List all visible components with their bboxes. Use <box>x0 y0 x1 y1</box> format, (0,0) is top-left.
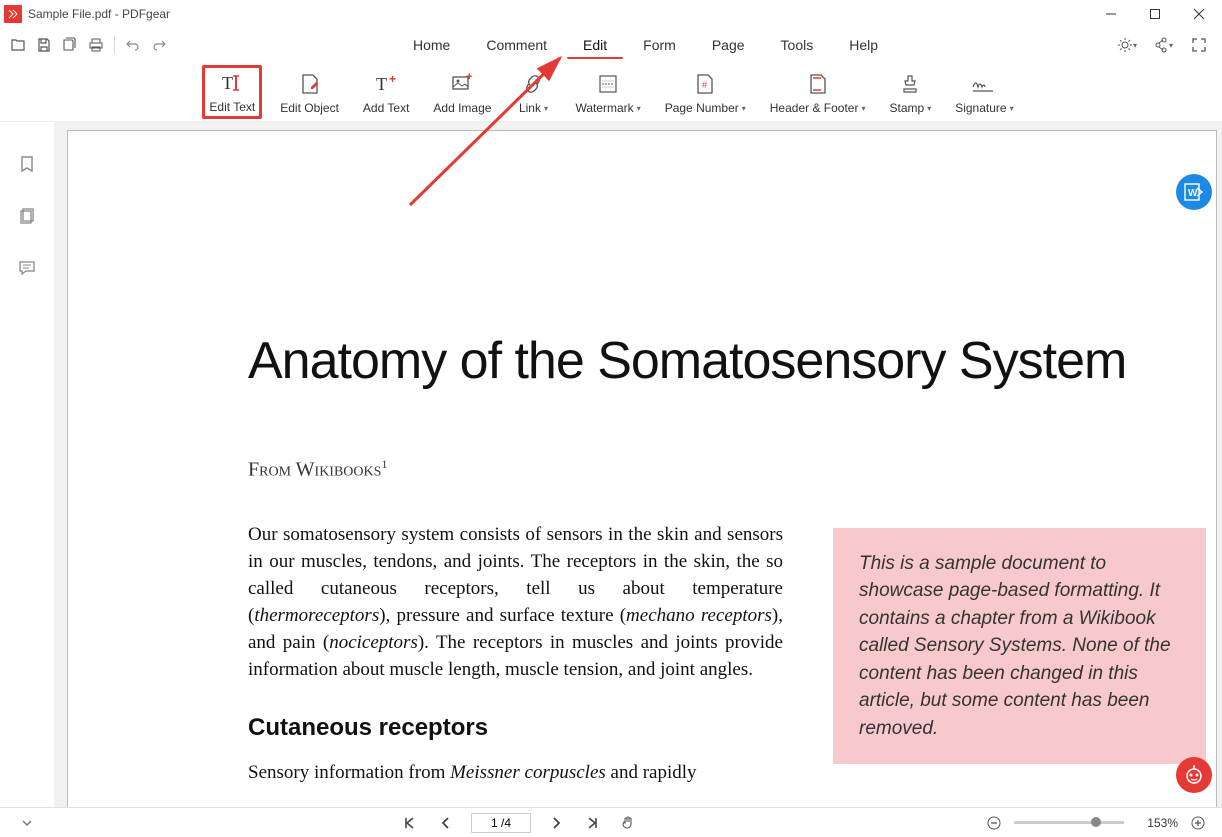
prev-page-button[interactable] <box>435 812 457 834</box>
link-button[interactable]: Link▾ <box>509 67 557 119</box>
left-sidebar <box>0 122 54 807</box>
signature-label: Signature <box>955 101 1006 115</box>
close-button[interactable] <box>1188 3 1210 25</box>
add-image-icon: + <box>451 71 473 97</box>
svg-text:+: + <box>389 73 396 86</box>
zoom-out-button[interactable] <box>984 813 1004 833</box>
zoom-level-label: 153% <box>1134 816 1178 830</box>
thumbnails-panel-button[interactable] <box>13 202 41 230</box>
add-image-label: Add Image <box>433 101 491 115</box>
undo-button[interactable] <box>121 33 145 57</box>
menu-item-comment[interactable]: Comment <box>470 31 563 59</box>
brightness-button[interactable]: ▾ <box>1114 32 1140 58</box>
last-page-button[interactable] <box>581 812 603 834</box>
link-icon <box>522 71 544 97</box>
svg-text:T: T <box>376 74 387 94</box>
menu-item-home[interactable]: Home <box>397 31 466 59</box>
edit-text-icon: T <box>220 70 244 96</box>
edit-ribbon: T Edit Text Edit Object T+ Add Text + Ad… <box>0 62 1222 122</box>
page-number-button[interactable]: # Page Number▾ <box>659 67 752 119</box>
bookmarks-panel-button[interactable] <box>13 150 41 178</box>
status-bar: 153% <box>0 807 1222 837</box>
window-title: Sample File.pdf - PDFgear <box>28 7 1100 21</box>
add-text-icon: T+ <box>374 71 398 97</box>
menu-item-page[interactable]: Page <box>696 31 761 59</box>
pdf-page: Anatomy of the Somatosensory System From… <box>67 130 1217 807</box>
add-text-label: Add Text <box>363 101 409 115</box>
document-canvas[interactable]: Anatomy of the Somatosensory System From… <box>54 122 1222 807</box>
comments-panel-button[interactable] <box>13 254 41 282</box>
document-sidebar-callout: This is a sample document to showcase pa… <box>833 528 1206 765</box>
maximize-button[interactable] <box>1144 3 1166 25</box>
first-page-button[interactable] <box>399 812 421 834</box>
ai-assistant-button[interactable] <box>1176 757 1212 793</box>
edit-object-label: Edit Object <box>280 101 339 115</box>
stamp-icon <box>899 71 921 97</box>
menu-item-edit[interactable]: Edit <box>567 31 623 59</box>
stamp-button[interactable]: Stamp▾ <box>884 67 938 119</box>
watermark-button[interactable]: Watermark▾ <box>569 67 646 119</box>
add-text-button[interactable]: T+ Add Text <box>357 67 415 119</box>
menu-row: HomeCommentEditFormPageToolsHelp ▾ ▾ <box>0 28 1222 62</box>
signature-button[interactable]: Signature▾ <box>949 67 1019 119</box>
open-file-button[interactable] <box>6 33 30 57</box>
print-button[interactable] <box>84 33 108 57</box>
save-all-button[interactable] <box>58 33 82 57</box>
next-page-button[interactable] <box>545 812 567 834</box>
header-footer-label: Header & Footer <box>770 101 859 115</box>
add-image-button[interactable]: + Add Image <box>427 67 497 119</box>
stamp-label: Stamp <box>890 101 925 115</box>
edit-object-button[interactable]: Edit Object <box>274 67 345 119</box>
zoom-slider[interactable] <box>1014 821 1124 824</box>
edit-text-label: Edit Text <box>209 100 255 114</box>
title-bar: Sample File.pdf - PDFgear <box>0 0 1222 28</box>
page-number-label: Page Number <box>665 101 739 115</box>
edit-object-icon <box>299 71 321 97</box>
svg-text:+: + <box>466 73 472 83</box>
document-subtitle: From Wikibooks1 <box>68 391 1216 482</box>
signature-icon <box>971 71 997 97</box>
page-number-icon: # <box>694 71 716 97</box>
page-number-input[interactable] <box>471 813 531 833</box>
hand-tool-button[interactable] <box>617 812 639 834</box>
save-button[interactable] <box>32 33 56 57</box>
edit-text-button[interactable]: T Edit Text <box>202 65 262 119</box>
menu-item-help[interactable]: Help <box>833 31 894 59</box>
share-button[interactable]: ▾ <box>1150 32 1176 58</box>
svg-text:T: T <box>222 73 233 93</box>
link-label: Link <box>519 101 541 115</box>
document-body: Our somatosensory system consists of sen… <box>248 522 783 805</box>
minimize-button[interactable] <box>1100 3 1122 25</box>
svg-text:#: # <box>702 80 707 90</box>
watermark-icon <box>597 71 619 97</box>
fullscreen-button[interactable] <box>1186 32 1212 58</box>
header-footer-icon <box>807 71 829 97</box>
redo-button[interactable] <box>147 33 171 57</box>
sidebar-collapse-button[interactable] <box>16 812 38 834</box>
menu-item-tools[interactable]: Tools <box>765 31 830 59</box>
zoom-in-button[interactable] <box>1188 813 1208 833</box>
app-icon <box>4 5 22 23</box>
menu-item-form[interactable]: Form <box>627 31 692 59</box>
convert-to-word-button[interactable]: W <box>1176 174 1212 210</box>
header-footer-button[interactable]: Header & Footer▾ <box>764 67 872 119</box>
svg-text:W: W <box>1188 188 1198 199</box>
watermark-label: Watermark <box>575 101 633 115</box>
section-heading: Cutaneous receptors <box>248 711 783 745</box>
document-title: Anatomy of the Somatosensory System <box>68 191 1216 391</box>
